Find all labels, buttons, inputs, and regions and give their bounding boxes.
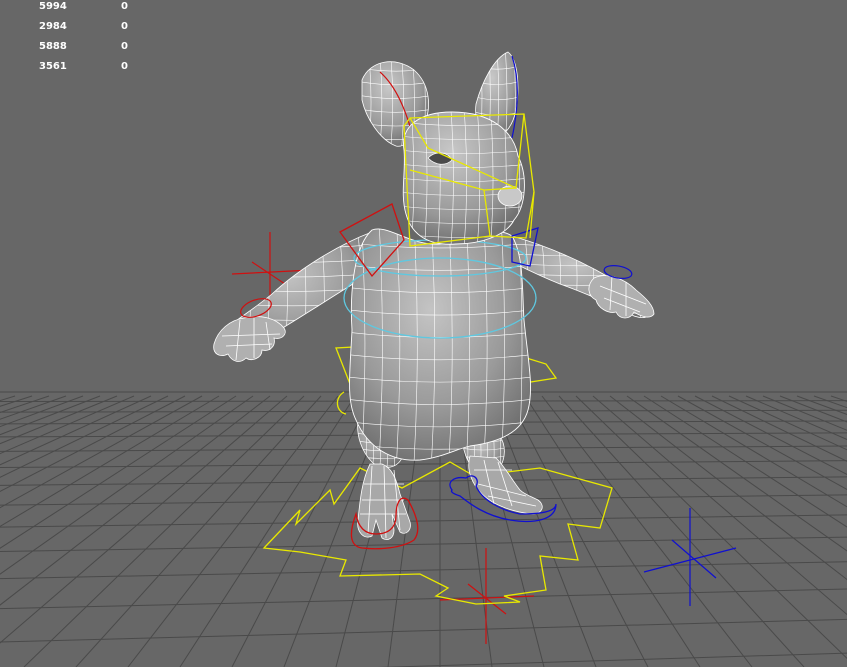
hud-row: 3561 0	[0, 60, 140, 80]
hud-selected-value: 0	[121, 1, 128, 12]
hud-row: 5888 0	[0, 40, 140, 60]
hud-count-value: 5994	[39, 1, 67, 12]
left-foot-mesh[interactable]	[357, 463, 411, 540]
right-foot-mesh[interactable]	[468, 455, 543, 515]
hud-row: 2984 0	[0, 20, 140, 40]
hud-row: 5994 0	[0, 0, 140, 20]
hud-count-value: 5888	[39, 41, 67, 52]
hud-count-value: 3561	[39, 61, 67, 72]
right-hand-mesh[interactable]	[588, 275, 655, 319]
body-mesh[interactable]	[344, 220, 536, 466]
left-hand-mesh[interactable]	[213, 316, 286, 362]
scene-canvas[interactable]	[0, 0, 847, 667]
hud-selected-value: 0	[121, 61, 128, 72]
right-leg-locator[interactable]	[643, 508, 737, 606]
hud-selected-value: 0	[121, 21, 128, 32]
tail-control[interactable]	[336, 391, 347, 415]
head-mesh[interactable]	[398, 108, 530, 248]
poly-count-hud: 5994 0 2984 0 5888 0 3561 0	[0, 0, 140, 80]
hud-selected-value: 0	[121, 41, 128, 52]
perspective-viewport[interactable]: 5994 0 2984 0 5888 0 3561 0	[0, 0, 847, 667]
hud-count-value: 2984	[39, 21, 67, 32]
